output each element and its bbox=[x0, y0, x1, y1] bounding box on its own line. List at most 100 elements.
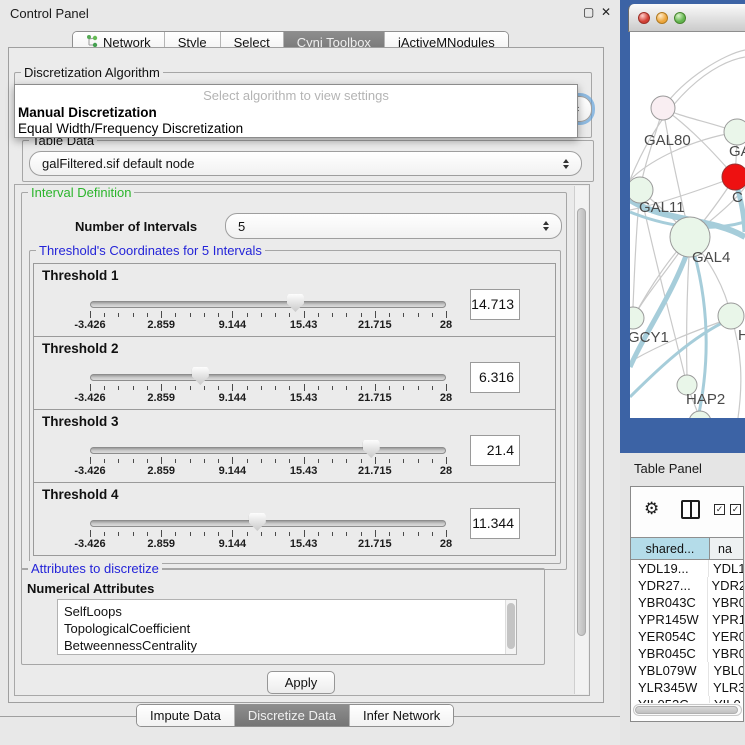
checkbox-icon[interactable]: ✓ bbox=[714, 504, 725, 515]
tick-mark bbox=[289, 459, 290, 463]
tick-mark bbox=[275, 313, 276, 317]
checkbox-icon[interactable]: ✓ bbox=[730, 504, 741, 515]
slider-thumb[interactable] bbox=[192, 367, 209, 385]
tick-mark bbox=[104, 313, 105, 317]
tab-infer-network[interactable]: Infer Network bbox=[349, 705, 453, 726]
threshold-value-field[interactable]: 6.316 bbox=[470, 362, 520, 393]
network-node-gal80[interactable] bbox=[651, 96, 675, 120]
network-node-c[interactable] bbox=[722, 164, 745, 190]
combo-stepper-icon bbox=[543, 221, 549, 231]
gear-icon[interactable]: ⚙ bbox=[644, 500, 659, 518]
close-icon[interactable]: ✕ bbox=[601, 5, 611, 19]
tick-label: 9.144 bbox=[219, 319, 247, 331]
tick-mark bbox=[190, 313, 191, 317]
network-window-titlebar[interactable] bbox=[628, 4, 745, 32]
tick-label: 2.859 bbox=[147, 392, 175, 404]
cell-shared-name: YER054C bbox=[631, 628, 708, 645]
table-row[interactable]: YPR145WYPR1 bbox=[631, 611, 744, 628]
numerical-attributes-list[interactable]: SelfLoopsTopologicalCoefficientBetweenne… bbox=[57, 599, 517, 655]
slider-track[interactable] bbox=[90, 447, 446, 454]
threshold-value-field[interactable]: 11.344 bbox=[470, 508, 520, 539]
tick-label: -3.426 bbox=[74, 538, 105, 550]
algorithm-option-equal-width[interactable]: Equal Width/Frequency Discretization bbox=[18, 121, 243, 136]
table-row[interactable]: YLR345WYLR3 bbox=[631, 679, 744, 696]
bottom-tab-bar: Impute DataDiscretize DataInfer Network bbox=[136, 704, 454, 727]
column-header-shared-[interactable]: shared... bbox=[631, 537, 710, 560]
tick-mark bbox=[232, 311, 233, 318]
slider-track[interactable] bbox=[90, 374, 446, 381]
tick-mark bbox=[204, 459, 205, 463]
tick-label: 15.43 bbox=[290, 319, 318, 331]
network-node-ga[interactable] bbox=[724, 119, 745, 145]
table-data-combo[interactable]: galFiltered.sif default node bbox=[29, 151, 582, 176]
thresholds-group-title: Threshold's Coordinates for 5 Intervals bbox=[36, 243, 265, 258]
tick-mark bbox=[304, 311, 305, 318]
network-node[interactable] bbox=[689, 411, 711, 418]
network-node-gcy1[interactable] bbox=[630, 307, 644, 329]
list-scrollbar[interactable] bbox=[505, 600, 516, 654]
horizontal-scrollbar-thumb[interactable] bbox=[635, 706, 738, 714]
threshold-value-field[interactable]: 14.713 bbox=[470, 289, 520, 320]
tick-mark bbox=[175, 459, 176, 463]
tick-mark bbox=[275, 386, 276, 390]
column-layout-icon[interactable] bbox=[681, 500, 700, 519]
tick-mark bbox=[147, 386, 148, 390]
attribute-item[interactable]: SelfLoops bbox=[58, 603, 516, 620]
cell-name: YIL0 bbox=[710, 696, 741, 703]
tick-label: -3.426 bbox=[74, 465, 105, 477]
list-scrollbar-thumb[interactable] bbox=[507, 603, 515, 649]
apply-button[interactable]: Apply bbox=[267, 671, 335, 694]
cell-shared-name: YIL052C bbox=[631, 696, 710, 703]
node-label: GCY1 bbox=[630, 329, 669, 346]
table-row[interactable]: YBL079WYBL0 bbox=[631, 662, 744, 679]
node-label: GA bbox=[729, 143, 745, 160]
algorithm-dropdown-popup: Select algorithm to view settings Manual… bbox=[14, 84, 578, 138]
tick-mark bbox=[361, 459, 362, 463]
window-close-icon[interactable] bbox=[638, 12, 650, 24]
slider-track[interactable] bbox=[90, 301, 446, 308]
float-icon[interactable]: ▢ bbox=[583, 5, 594, 19]
attribute-item[interactable]: BetweennessCentrality bbox=[58, 637, 516, 654]
table-row[interactable]: YBR043CYBR0 bbox=[631, 594, 744, 611]
network-node-h[interactable] bbox=[718, 303, 744, 329]
tab-impute-data[interactable]: Impute Data bbox=[137, 705, 234, 726]
node-label: GAL80 bbox=[644, 132, 691, 149]
table-row[interactable]: YDR27...YDR2 bbox=[631, 577, 744, 594]
slider-thumb[interactable] bbox=[287, 294, 304, 312]
vertical-scrollbar-thumb[interactable] bbox=[577, 208, 586, 636]
table-row[interactable]: YDL19...YDL1 bbox=[631, 560, 744, 577]
window-minimize-icon[interactable] bbox=[656, 12, 668, 24]
tick-label: -3.426 bbox=[74, 392, 105, 404]
algorithm-placeholder: Select algorithm to view settings bbox=[15, 88, 577, 103]
network-canvas[interactable]: GAL80GACGAL11GAL4GCY1HHAP2 bbox=[630, 32, 745, 418]
tick-mark bbox=[318, 313, 319, 317]
attribute-item[interactable]: TopologicalCoefficient bbox=[58, 620, 516, 637]
tab-discretize-data[interactable]: Discretize Data bbox=[234, 705, 349, 726]
tick-mark bbox=[133, 386, 134, 390]
tick-mark bbox=[261, 386, 262, 390]
vertical-scrollbar[interactable] bbox=[574, 186, 588, 694]
slider-track[interactable] bbox=[90, 520, 446, 527]
column-header-na[interactable]: na bbox=[710, 537, 744, 560]
tick-mark bbox=[346, 386, 347, 390]
table-row[interactable]: YER054CYER0 bbox=[631, 628, 744, 645]
tick-mark bbox=[446, 530, 447, 537]
interval-definition-title: Interval Definition bbox=[28, 185, 134, 200]
tick-mark bbox=[90, 457, 91, 464]
cell-name: YBR0 bbox=[708, 645, 744, 662]
tick-mark bbox=[104, 386, 105, 390]
tick-mark bbox=[289, 532, 290, 536]
table-row[interactable]: YIL052CYIL0 bbox=[631, 696, 744, 703]
table-row[interactable]: YBR045CYBR0 bbox=[631, 645, 744, 662]
number-of-intervals-value: 5 bbox=[238, 219, 245, 234]
tick-mark bbox=[332, 532, 333, 536]
slider-thumb[interactable] bbox=[249, 513, 266, 531]
slider-thumb[interactable] bbox=[363, 440, 380, 458]
tick-label: 2.859 bbox=[147, 465, 175, 477]
horizontal-scrollbar[interactable] bbox=[633, 704, 742, 716]
number-of-intervals-combo[interactable]: 5 bbox=[225, 213, 562, 239]
threshold-value-field[interactable]: 21.4 bbox=[470, 435, 520, 466]
algorithm-option-manual[interactable]: Manual Discretization bbox=[18, 105, 157, 120]
window-zoom-icon[interactable] bbox=[674, 12, 686, 24]
tick-mark bbox=[275, 459, 276, 463]
